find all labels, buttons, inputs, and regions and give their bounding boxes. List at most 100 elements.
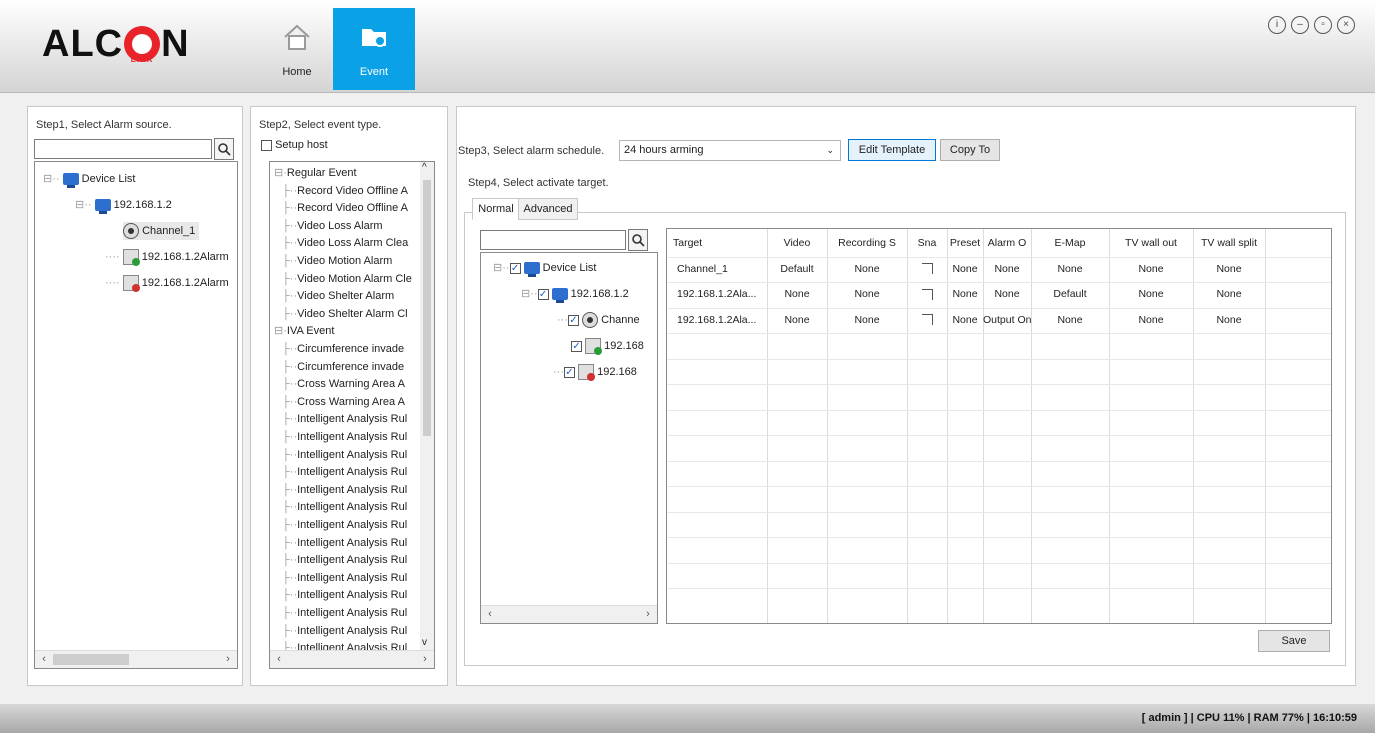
event-type-item[interactable]: ├··Intelligent Analysis Rul <box>282 516 407 534</box>
step2-hscrollbar[interactable]: ‹ › <box>270 650 434 668</box>
grid-cell[interactable]: None <box>827 282 907 307</box>
target-tree-device[interactable]: ⊟··✓ 192.168.1.2 <box>521 285 629 304</box>
collapse-icon[interactable]: ⊟·· <box>43 173 60 185</box>
grid-cell[interactable]: None <box>1193 308 1265 333</box>
tab-advanced[interactable]: Advanced <box>518 198 578 220</box>
event-type-item[interactable]: ├··Cross Warning Area A <box>282 375 405 393</box>
tree-item-alarm-out[interactable]: ···· 192.168.1.2Alarm <box>105 274 229 293</box>
step2-vscrollbar[interactable]: ^ v <box>420 162 434 650</box>
grid-cell[interactable]: None <box>947 282 983 307</box>
event-type-item[interactable]: ├··Record Video Offline A <box>282 199 408 217</box>
grid-cell[interactable]: Channel_1 <box>667 257 767 282</box>
grid-cell[interactable]: None <box>1193 282 1265 307</box>
grid-cell[interactable]: Default <box>1031 282 1109 307</box>
tree-item-device[interactable]: ⊟·· 192.168.1.2 <box>75 196 172 215</box>
scroll-right-icon[interactable]: › <box>641 607 655 621</box>
event-type-item[interactable]: ├··Video Loss Alarm <box>282 217 383 235</box>
grid-cell[interactable]: None <box>1109 308 1193 333</box>
event-type-item[interactable]: ├··Intelligent Analysis Rul <box>282 463 407 481</box>
grid-cell[interactable]: Output On <box>983 308 1031 333</box>
step1-search-input[interactable] <box>34 139 212 159</box>
collapse-icon[interactable]: ⊟· <box>274 325 287 337</box>
tab-normal[interactable]: Normal <box>472 198 520 220</box>
checkbox-icon[interactable]: ✓ <box>509 262 521 274</box>
checkbox-icon[interactable] <box>921 288 933 300</box>
event-type-item[interactable]: ├··Circumference invade <box>282 358 404 376</box>
grid-cell[interactable]: 192.168.1.2Ala... <box>667 282 767 307</box>
target-tree-channel[interactable]: ···✓ Channe <box>557 311 640 329</box>
tree-item-alarm-in[interactable]: ···· 192.168.1.2Alarm <box>105 248 229 267</box>
column-header[interactable]: Recording S <box>827 231 907 256</box>
scroll-up-icon[interactable]: ^ <box>422 162 427 173</box>
grid-cell[interactable]: None <box>767 282 827 307</box>
grid-cell[interactable]: None <box>827 257 907 282</box>
target-tree-alarm-in[interactable]: ✓ 192.168 <box>571 337 644 356</box>
snapshot-checkbox-cell[interactable] <box>907 282 947 307</box>
event-type-item[interactable]: ├··Video Shelter Alarm Cl <box>282 305 408 323</box>
tree-item-channel[interactable]: Channel_1 <box>123 222 200 240</box>
snapshot-checkbox-cell[interactable] <box>907 308 947 333</box>
checkbox-icon[interactable] <box>921 263 933 275</box>
event-type-item[interactable]: ├··Cross Warning Area A <box>282 393 405 411</box>
nav-home-button[interactable]: Home <box>256 8 338 90</box>
step1-search-button[interactable] <box>214 138 234 160</box>
collapse-icon[interactable]: ⊟·· <box>493 262 510 274</box>
column-header[interactable]: Preset <box>947 231 983 256</box>
step4-search-button[interactable] <box>628 229 648 251</box>
restore-icon[interactable]: ▫ <box>1314 16 1332 34</box>
scroll-left-icon[interactable]: ‹ <box>272 652 286 666</box>
target-tree-device-list[interactable]: ⊟··✓ Device List <box>493 259 596 278</box>
event-group[interactable]: ⊟·IVA Event <box>274 322 334 340</box>
grid-cell[interactable]: None <box>1109 282 1193 307</box>
checkbox-icon[interactable]: ✓ <box>537 288 549 300</box>
target-tree-alarm-out[interactable]: ···✓ 192.168 <box>553 363 637 382</box>
grid-cell[interactable]: None <box>1109 257 1193 282</box>
setup-host-checkbox[interactable]: Setup host <box>261 139 328 151</box>
tree-item-device-list[interactable]: ⊟·· Device List <box>43 170 135 189</box>
column-header[interactable]: TV wall split <box>1193 231 1265 256</box>
event-type-item[interactable]: ├··Intelligent Analysis Rul <box>282 410 407 428</box>
scroll-down-icon[interactable]: v <box>422 637 427 648</box>
checkbox-icon[interactable]: ✓ <box>568 314 579 326</box>
event-type-item[interactable]: ├··Circumference invade <box>282 340 404 358</box>
checkbox-icon[interactable]: ✓ <box>564 366 575 378</box>
scroll-right-icon[interactable]: › <box>418 652 432 666</box>
checkbox-icon[interactable]: ✓ <box>571 340 582 352</box>
copy-to-button[interactable]: Copy To <box>940 139 1000 161</box>
event-type-item[interactable]: ├··Record Video Offline A <box>282 182 408 200</box>
event-type-item[interactable]: ├··Intelligent Analysis Rul <box>282 569 407 587</box>
event-type-item[interactable]: ├··Video Shelter Alarm <box>282 287 394 305</box>
grid-cell[interactable]: None <box>1031 257 1109 282</box>
event-group[interactable]: ⊟·Regular Event <box>274 164 357 182</box>
grid-cell[interactable]: None <box>947 257 983 282</box>
column-header[interactable]: Alarm O <box>983 231 1031 256</box>
grid-cell[interactable]: None <box>767 308 827 333</box>
event-type-item[interactable]: ├··Intelligent Analysis Rul <box>282 586 407 604</box>
grid-cell[interactable]: None <box>947 308 983 333</box>
minimize-icon[interactable]: – <box>1291 16 1309 34</box>
event-type-item[interactable]: ├··Video Loss Alarm Clea <box>282 234 408 252</box>
grid-cell[interactable]: 192.168.1.2Ala... <box>667 308 767 333</box>
step4-search-input[interactable] <box>480 230 626 250</box>
scroll-right-icon[interactable]: › <box>221 652 235 666</box>
event-type-item[interactable]: ├··Intelligent Analysis Rul <box>282 551 407 569</box>
grid-cell[interactable]: None <box>1031 308 1109 333</box>
grid-cell[interactable]: Default <box>767 257 827 282</box>
scroll-left-icon[interactable]: ‹ <box>483 607 497 621</box>
edit-template-button[interactable]: Edit Template <box>848 139 936 161</box>
column-header[interactable]: TV wall out <box>1109 231 1193 256</box>
checkbox-icon[interactable] <box>261 139 272 151</box>
column-header[interactable]: Video <box>767 231 827 256</box>
event-type-item[interactable]: ├··Intelligent Analysis Rul <box>282 604 407 622</box>
event-type-item[interactable]: ├··Intelligent Analysis Rul <box>282 428 407 446</box>
grid-cell[interactable]: None <box>983 257 1031 282</box>
event-type-item[interactable]: ├··Video Motion Alarm Cle <box>282 270 412 288</box>
grid-cell[interactable]: None <box>983 282 1031 307</box>
save-button[interactable]: Save <box>1258 630 1330 652</box>
column-header[interactable]: Target <box>667 231 767 256</box>
snapshot-checkbox-cell[interactable] <box>907 257 947 282</box>
event-type-item[interactable]: ├··Video Motion Alarm <box>282 252 392 270</box>
grid-cell[interactable]: None <box>827 308 907 333</box>
column-header[interactable]: Sna <box>907 231 947 256</box>
collapse-icon[interactable]: ⊟·· <box>521 288 538 300</box>
